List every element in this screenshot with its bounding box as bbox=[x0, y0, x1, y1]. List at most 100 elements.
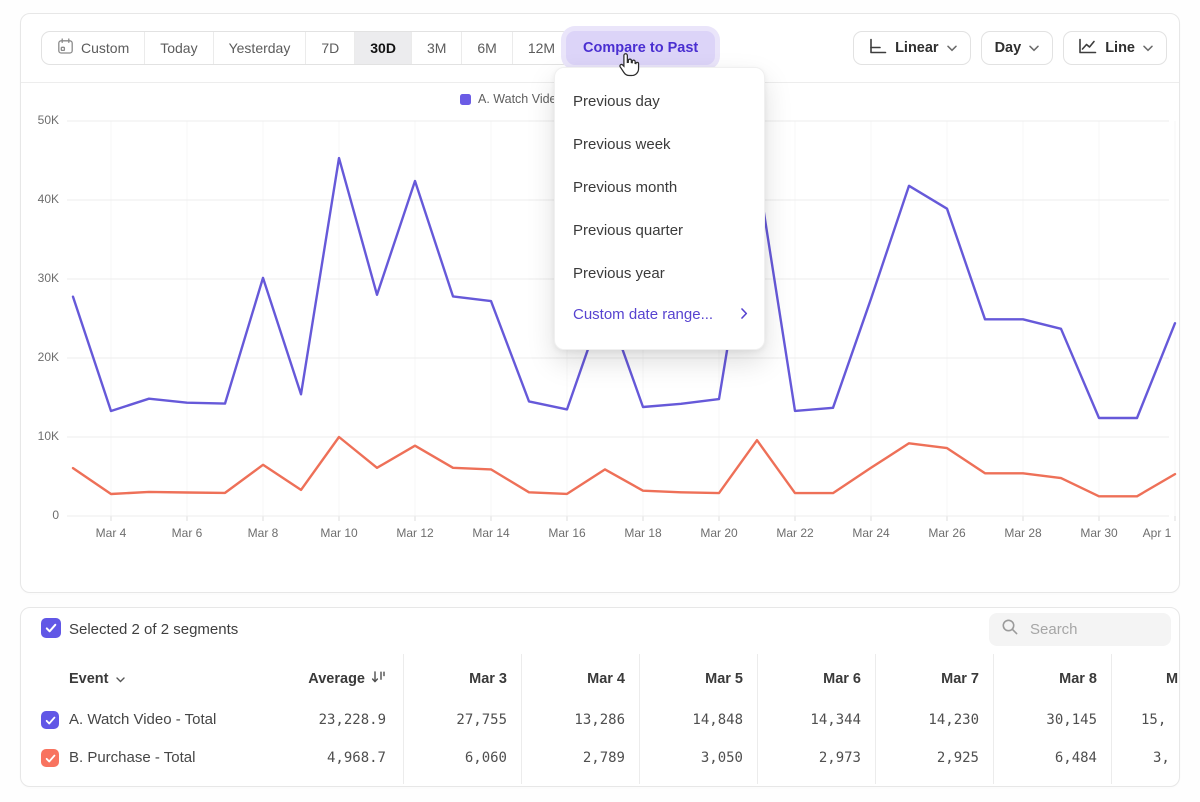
x-axis-label: Mar 4 bbox=[96, 526, 127, 540]
row-checkbox-purchase[interactable] bbox=[41, 749, 59, 767]
x-axis-label: Apr 1 bbox=[1143, 526, 1172, 540]
table-cell: 6,484 bbox=[987, 749, 1097, 767]
chevron-right-icon bbox=[741, 295, 748, 335]
average-header-label: Average bbox=[308, 670, 365, 688]
event-column-header[interactable]: Event bbox=[69, 670, 125, 688]
average-column-header[interactable]: Average bbox=[226, 670, 386, 688]
menu-item-previous-year[interactable]: Previous year bbox=[555, 252, 764, 295]
menu-item-previous-day[interactable]: Previous day bbox=[555, 80, 764, 123]
range-label: 7D bbox=[321, 40, 339, 56]
row-label-watch-video[interactable]: A. Watch Video - Total bbox=[69, 710, 216, 730]
range-3m[interactable]: 3M bbox=[411, 32, 461, 64]
menu-item-custom-date-range[interactable]: Custom date range... bbox=[555, 295, 764, 335]
table-cell: 27,755 bbox=[397, 711, 507, 729]
row-label-purchase[interactable]: B. Purchase - Total bbox=[69, 748, 195, 768]
table-cell: 3,050 bbox=[633, 749, 743, 767]
y-axis-label: 30K bbox=[23, 271, 59, 285]
chart-options-group: Linear Day Line bbox=[853, 31, 1167, 65]
interval-label: Day bbox=[995, 40, 1022, 56]
day-column-header[interactable]: Mar 6 bbox=[751, 670, 861, 688]
y-axis-label: 20K bbox=[23, 350, 59, 364]
y-axis-label: 0 bbox=[23, 508, 59, 522]
segments-summary: Selected 2 of 2 segments bbox=[69, 621, 238, 638]
table-cell: 14,230 bbox=[869, 711, 979, 729]
table-cell: 14,848 bbox=[633, 711, 743, 729]
menu-item-previous-quarter[interactable]: Previous quarter bbox=[555, 209, 764, 252]
scale-label: Linear bbox=[895, 40, 939, 56]
select-all-checkbox[interactable] bbox=[41, 618, 61, 638]
segments-table-panel: Selected 2 of 2 segments Event Average bbox=[20, 607, 1180, 787]
range-custom[interactable]: Custom bbox=[42, 32, 144, 64]
compare-to-past-button[interactable]: Compare to Past bbox=[566, 31, 715, 65]
average-cell: 23,228.9 bbox=[266, 711, 386, 729]
day-column-header[interactable]: Mar 4 bbox=[515, 670, 625, 688]
table-cell: 2,925 bbox=[869, 749, 979, 767]
table-cell: 2,973 bbox=[751, 749, 861, 767]
range-label: Custom bbox=[81, 40, 129, 56]
x-axis-label: Mar 8 bbox=[248, 526, 279, 540]
x-axis-label: Mar 26 bbox=[928, 526, 965, 540]
date-range-group: Custom Today Yesterday 7D 30D 3M 6M 12M bbox=[41, 31, 571, 65]
menu-item-previous-week[interactable]: Previous week bbox=[555, 123, 764, 166]
range-6m[interactable]: 6M bbox=[461, 32, 511, 64]
range-label: 6M bbox=[477, 40, 496, 56]
x-axis-label: Mar 30 bbox=[1080, 526, 1117, 540]
x-axis-label: Mar 28 bbox=[1004, 526, 1041, 540]
interval-select-button[interactable]: Day bbox=[981, 31, 1054, 65]
range-label: 3M bbox=[427, 40, 446, 56]
series-line bbox=[73, 437, 1175, 496]
range-30d-selected[interactable]: 30D bbox=[354, 32, 411, 64]
x-axis-label: Mar 18 bbox=[624, 526, 661, 540]
legend-swatch bbox=[460, 94, 471, 105]
search-icon bbox=[1001, 618, 1019, 641]
x-axis-label: Mar 10 bbox=[320, 526, 357, 540]
sort-descending-icon bbox=[371, 670, 386, 689]
event-header-label: Event bbox=[69, 670, 109, 688]
linear-scale-icon bbox=[867, 37, 887, 59]
x-axis-label: Mar 22 bbox=[776, 526, 813, 540]
range-7d[interactable]: 7D bbox=[305, 32, 354, 64]
analytics-page: Custom Today Yesterday 7D 30D 3M 6M 12M … bbox=[0, 0, 1200, 802]
y-axis-label: 50K bbox=[23, 113, 59, 127]
chart-type-label: Line bbox=[1105, 40, 1135, 56]
day-column-header[interactable]: Mar 7 bbox=[869, 670, 979, 688]
scale-select-button[interactable]: Linear bbox=[853, 31, 971, 65]
line-chart-icon bbox=[1077, 37, 1097, 59]
range-label: 12M bbox=[528, 40, 555, 56]
row-checkbox-watch-video[interactable] bbox=[41, 711, 59, 729]
range-label: 30D bbox=[370, 40, 396, 56]
day-column-header-clipped: M bbox=[1166, 670, 1180, 688]
table-cell-clipped: 3, bbox=[1153, 749, 1170, 767]
check-icon bbox=[45, 622, 57, 634]
range-today[interactable]: Today bbox=[144, 32, 212, 64]
x-axis-label: Mar 14 bbox=[472, 526, 509, 540]
table-cell: 13,286 bbox=[515, 711, 625, 729]
x-axis-label: Mar 20 bbox=[700, 526, 737, 540]
day-column-header[interactable]: Mar 8 bbox=[987, 670, 1097, 688]
custom-date-range-label: Custom date range... bbox=[573, 295, 713, 335]
table-cell: 6,060 bbox=[397, 749, 507, 767]
search-input[interactable] bbox=[1028, 620, 1152, 639]
day-column-header[interactable]: Mar 5 bbox=[633, 670, 743, 688]
x-axis-label: Mar 24 bbox=[852, 526, 889, 540]
check-icon bbox=[45, 715, 56, 726]
x-axis-label: Mar 16 bbox=[548, 526, 585, 540]
chevron-down-icon bbox=[1143, 40, 1153, 56]
menu-item-previous-month[interactable]: Previous month bbox=[555, 166, 764, 209]
chevron-down-icon bbox=[947, 40, 957, 56]
range-label: Today bbox=[160, 40, 197, 56]
table-cell: 14,344 bbox=[751, 711, 861, 729]
x-axis-label: Mar 6 bbox=[172, 526, 203, 540]
range-12m[interactable]: 12M bbox=[512, 32, 570, 64]
table-cell-clipped: 15, bbox=[1141, 711, 1166, 729]
chart-panel: Custom Today Yesterday 7D 30D 3M 6M 12M … bbox=[20, 13, 1180, 593]
check-icon bbox=[45, 753, 56, 764]
y-axis-label: 40K bbox=[23, 192, 59, 206]
average-cell: 4,968.7 bbox=[266, 749, 386, 767]
x-axis-label: Mar 12 bbox=[396, 526, 433, 540]
range-label: Yesterday bbox=[229, 40, 291, 56]
chart-type-select-button[interactable]: Line bbox=[1063, 31, 1167, 65]
chevron-down-icon bbox=[116, 670, 125, 688]
day-column-header[interactable]: Mar 3 bbox=[397, 670, 507, 688]
range-yesterday[interactable]: Yesterday bbox=[213, 32, 306, 64]
